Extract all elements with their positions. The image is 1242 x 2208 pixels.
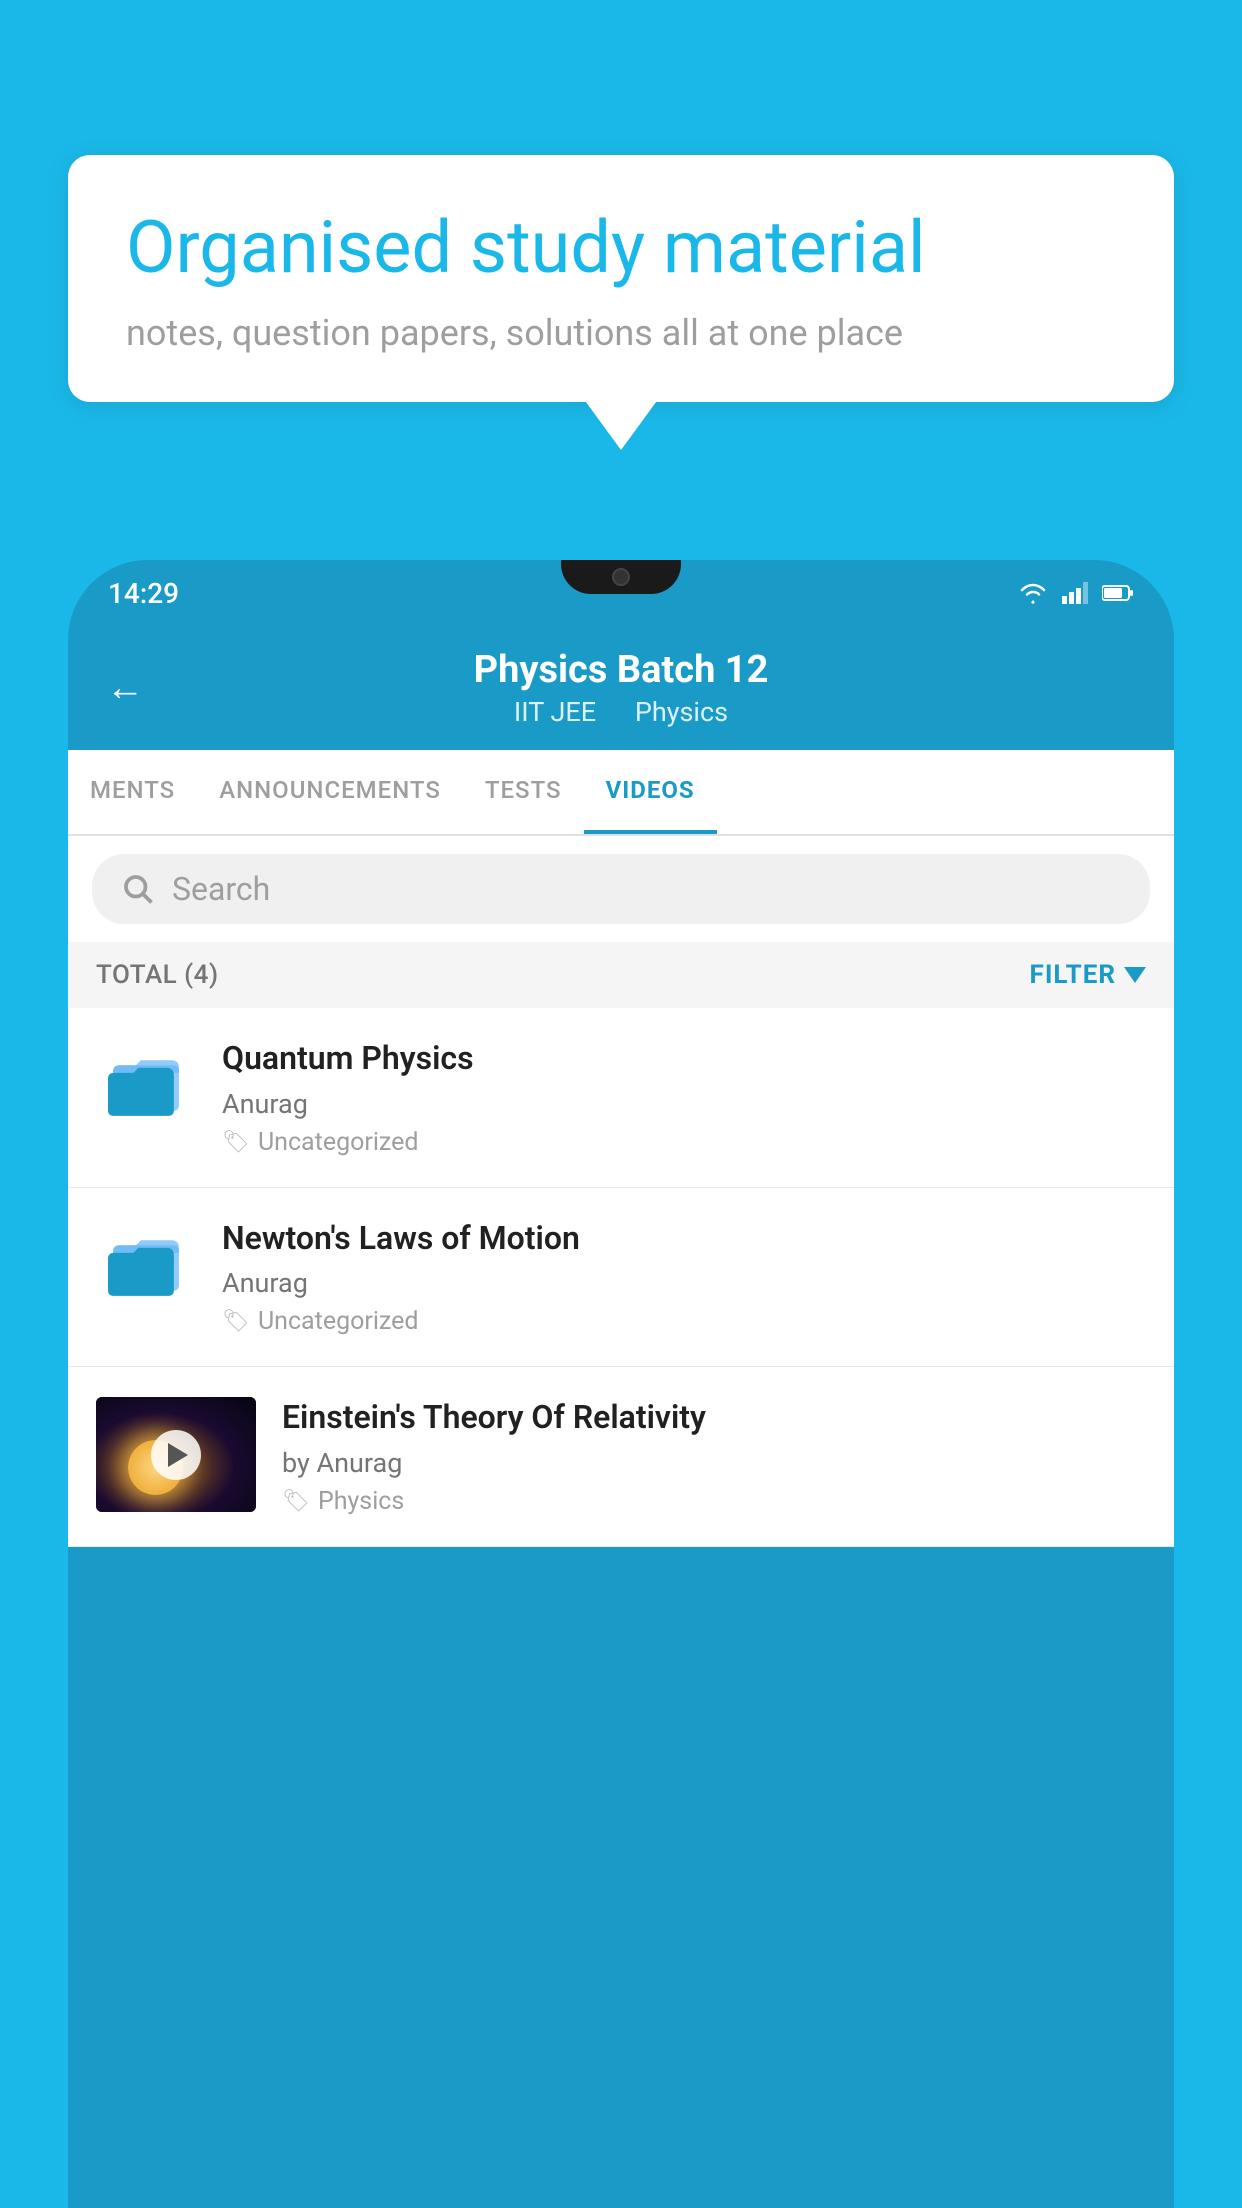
back-button[interactable]: ← (106, 666, 144, 710)
wifi-icon (1018, 582, 1048, 604)
phone-frame: 14:29 ← Phys (68, 560, 1174, 2208)
tabs-bar: MENTS ANNOUNCEMENTS TESTS VIDEOS (68, 750, 1174, 836)
total-label: TOTAL (4) (96, 960, 219, 990)
list-item[interactable]: Quantum Physics Anurag 🏷 Uncategorized (68, 1008, 1174, 1188)
video-info: Newton's Laws of Motion Anurag 🏷 Uncateg… (222, 1218, 1146, 1337)
video-tag-label: Physics (318, 1487, 404, 1516)
video-tag: 🏷 Uncategorized (222, 1307, 1146, 1336)
search-input-placeholder[interactable]: Search (172, 870, 270, 908)
status-time: 14:29 (108, 577, 179, 610)
tag-icon: 🏷 (222, 1130, 250, 1155)
folder-icon-wrap (96, 1218, 196, 1308)
header-tag2: Physics (635, 696, 728, 728)
speech-bubble: Organised study material notes, question… (68, 155, 1174, 402)
list-item[interactable]: Einstein's Theory Of Relativity by Anura… (68, 1367, 1174, 1547)
header-tags: IIT JEE Physics (474, 696, 769, 728)
bubble-subtitle: notes, question papers, solutions all at… (126, 312, 1116, 354)
search-bar[interactable]: Search (92, 854, 1150, 924)
video-author: Anurag (222, 1267, 1146, 1299)
header-center: Physics Batch 12 IIT JEE Physics (474, 648, 769, 728)
video-tag: 🏷 Uncategorized (222, 1128, 1146, 1157)
video-list: Quantum Physics Anurag 🏷 Uncategorized (68, 1008, 1174, 1547)
status-icons (1018, 582, 1134, 604)
video-info: Quantum Physics Anurag 🏷 Uncategorized (222, 1038, 1146, 1157)
tab-ments[interactable]: MENTS (68, 750, 197, 834)
video-tag-label: Uncategorized (258, 1307, 419, 1336)
filter-label: FILTER (1030, 960, 1116, 990)
screen-content: Search TOTAL (4) FILTER (68, 836, 1174, 1547)
folder-icon-wrap (96, 1038, 196, 1128)
signal-icon (1062, 582, 1088, 604)
search-icon (120, 871, 156, 907)
play-icon (168, 1443, 188, 1467)
search-bar-wrap: Search (68, 836, 1174, 942)
camera (612, 568, 630, 586)
tab-announcements[interactable]: ANNOUNCEMENTS (197, 750, 463, 834)
folder-icon (108, 1045, 184, 1121)
tab-videos[interactable]: VIDEOS (584, 750, 717, 834)
video-tag-label: Uncategorized (258, 1128, 419, 1157)
video-author: Anurag (222, 1088, 1146, 1120)
video-author: by Anurag (282, 1447, 1146, 1479)
video-thumbnail (96, 1397, 256, 1512)
notch (561, 560, 681, 594)
list-item[interactable]: Newton's Laws of Motion Anurag 🏷 Uncateg… (68, 1188, 1174, 1368)
video-title: Newton's Laws of Motion (222, 1218, 1146, 1260)
tag-icon: 🏷 (282, 1489, 310, 1514)
filter-button[interactable]: FILTER (1030, 960, 1146, 990)
tag-icon: 🏷 (222, 1309, 250, 1334)
video-info: Einstein's Theory Of Relativity by Anura… (282, 1397, 1146, 1516)
video-tag: 🏷 Physics (282, 1487, 1146, 1516)
tab-tests[interactable]: TESTS (463, 750, 584, 834)
header-title: Physics Batch 12 (474, 648, 769, 692)
play-button[interactable] (151, 1430, 201, 1480)
video-title: Quantum Physics (222, 1038, 1146, 1080)
filter-icon (1124, 967, 1146, 983)
video-title: Einstein's Theory Of Relativity (282, 1397, 1146, 1439)
battery-icon (1102, 584, 1134, 602)
status-bar: 14:29 (68, 560, 1174, 626)
app-header: ← Physics Batch 12 IIT JEE Physics (68, 626, 1174, 750)
filter-bar: TOTAL (4) FILTER (68, 942, 1174, 1008)
folder-icon (108, 1225, 184, 1301)
video-thumb-image (96, 1397, 256, 1512)
bubble-title: Organised study material (126, 207, 1116, 290)
header-tag1: IIT JEE (514, 696, 596, 728)
